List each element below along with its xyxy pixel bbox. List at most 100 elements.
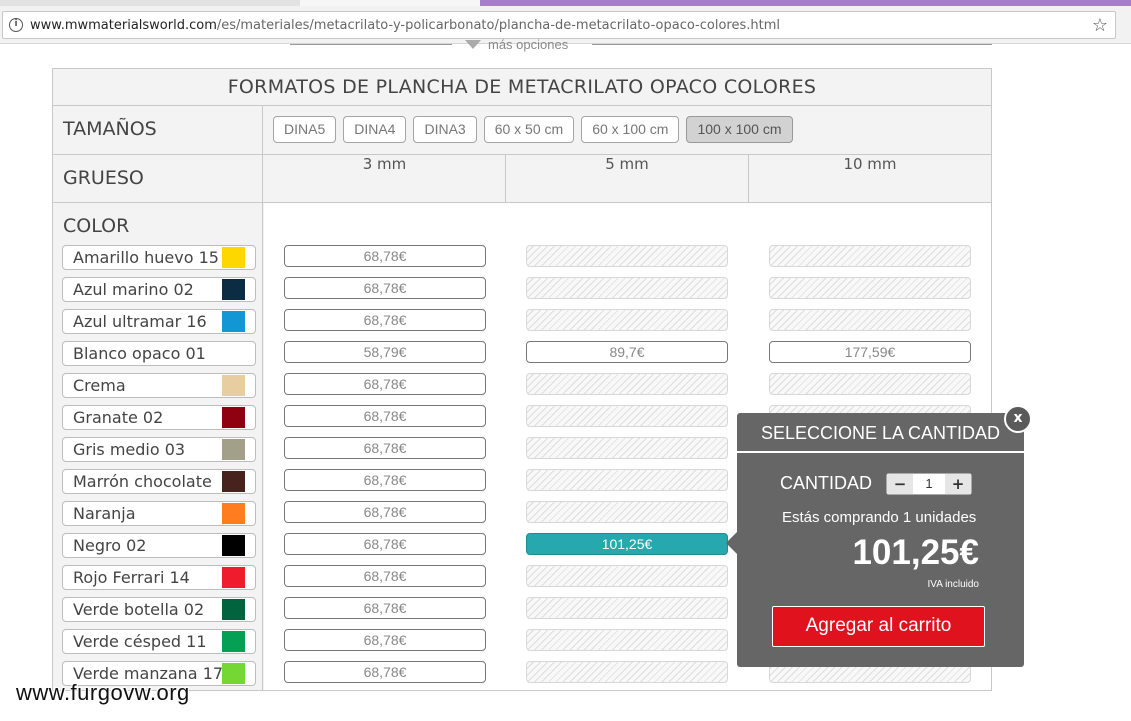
tax-note: IVA incluido	[927, 579, 979, 590]
color-option[interactable]: Negro 02	[62, 533, 256, 558]
color-swatch	[222, 535, 245, 556]
price-cell[interactable]: 89,7€	[526, 341, 728, 363]
price-cell-unavailable	[769, 309, 971, 331]
price-cell-selected[interactable]: 101,25€	[526, 533, 728, 555]
size-option-button[interactable]: DINA5	[273, 116, 337, 143]
quantity-input[interactable]: 1	[913, 474, 945, 494]
color-option-label: Gris medio 03	[73, 440, 186, 459]
size-option-button[interactable]: 60 x 50 cm	[483, 116, 575, 143]
color-option[interactable]: Granate 02	[62, 405, 256, 430]
price-cell[interactable]: 68,78€	[284, 277, 486, 299]
add-to-cart-button[interactable]: Agregar al carrito	[772, 606, 985, 647]
price-cell[interactable]: 68,78€	[284, 597, 486, 619]
color-option-label: Blanco opaco 01	[73, 344, 206, 363]
url-text[interactable]: www.mwmaterialsworld.com/es/materiales/m…	[30, 18, 780, 33]
address-bar[interactable]: i www.mwmaterialsworld.com/es/materiales…	[2, 11, 1116, 39]
color-option-label: Azul ultramar 16	[73, 312, 207, 331]
price-cell[interactable]: 68,78€	[284, 405, 486, 427]
color-swatch	[222, 503, 245, 524]
price-cell-unavailable	[526, 309, 728, 331]
price-cell[interactable]: 68,78€	[284, 533, 486, 555]
purchase-summary: Estás comprando 1 unidades	[782, 509, 977, 526]
info-icon[interactable]: i	[9, 18, 23, 32]
price-cell[interactable]: 68,78€	[284, 661, 486, 683]
increase-quantity-button[interactable]: +	[945, 474, 971, 494]
color-option[interactable]: Blanco opaco 01	[62, 341, 256, 366]
price-cell-unavailable	[769, 373, 971, 395]
price-cell[interactable]: 177,59€	[769, 341, 971, 363]
chevron-down-icon[interactable]	[465, 40, 481, 49]
color-option-label: Verde césped 11	[73, 632, 207, 651]
active-tab[interactable]	[300, 0, 480, 6]
color-option[interactable]: Azul ultramar 16	[62, 309, 256, 334]
thickness-label: GRUESO	[53, 155, 263, 202]
thickness-row: GRUESO 3 mm 5 mm 10 mm	[53, 155, 991, 203]
quantity-popup: SELECCIONE LA CANTIDAD x CANTIDAD − 1 + …	[726, 405, 1032, 667]
tab-strip	[0, 0, 1131, 6]
price-cell[interactable]: 68,78€	[284, 437, 486, 459]
color-option[interactable]: Verde césped 11	[62, 629, 256, 654]
bookmark-star-icon[interactable]: ☆	[1092, 15, 1108, 36]
close-button[interactable]: x	[1004, 405, 1032, 433]
popup-pointer	[726, 531, 738, 555]
color-option-label: Rojo Ferrari 14	[73, 568, 190, 587]
url-host: www.mwmaterialsworld.com	[30, 18, 217, 33]
color-option-label: Granate 02	[73, 408, 164, 427]
size-option-button[interactable]: DINA4	[343, 116, 407, 143]
size-option-button[interactable]: 60 x 100 cm	[581, 116, 680, 143]
color-option[interactable]: Crema	[62, 373, 256, 398]
price-cell-unavailable	[526, 405, 728, 427]
size-option-button[interactable]: DINA3	[413, 116, 477, 143]
color-option[interactable]: Gris medio 03	[62, 437, 256, 462]
sizes-row: TAMAÑOS DINA5 DINA4 DINA3 60 x 50 cm 60 x 10…	[53, 106, 991, 155]
popup-title: SELECCIONE LA CANTIDAD	[737, 413, 1024, 453]
price-cell-unavailable	[526, 597, 728, 619]
color-option[interactable]: Naranja	[62, 501, 256, 526]
color-option-label: Amarillo huevo 15	[73, 248, 219, 267]
quantity-stepper: − 1 +	[886, 473, 972, 495]
color-swatch	[222, 407, 245, 428]
price-cell-unavailable	[526, 277, 728, 299]
color-swatch	[222, 279, 245, 300]
divider-line-right	[592, 44, 992, 45]
thickness-3mm: 3 mm	[264, 155, 506, 202]
more-options-label[interactable]: más opciones	[488, 37, 568, 52]
thickness-10mm: 10 mm	[749, 155, 991, 202]
price-cell-unavailable	[526, 565, 728, 587]
decrease-quantity-button[interactable]: −	[887, 474, 913, 494]
price-cell[interactable]: 68,78€	[284, 629, 486, 651]
color-option[interactable]: Azul marino 02	[62, 277, 256, 302]
tab-strip-background	[480, 0, 1131, 6]
sizes-label: TAMAÑOS	[53, 106, 263, 154]
color-option-label: Negro 02	[73, 536, 147, 555]
color-option[interactable]: Verde botella 02	[62, 597, 256, 622]
price-cell[interactable]: 58,79€	[284, 341, 486, 363]
quantity-label: CANTIDAD	[780, 473, 873, 493]
price-cell[interactable]: 68,78€	[284, 501, 486, 523]
table-title: FORMATOS DE PLANCHA DE METACRILATO OPACO…	[53, 69, 991, 106]
size-option-button[interactable]: 100 x 100 cm	[686, 116, 793, 143]
color-swatch	[222, 343, 245, 364]
price-cell[interactable]: 68,78€	[284, 309, 486, 331]
price-cell[interactable]: 68,78€	[284, 373, 486, 395]
more-options-divider[interactable]: más opciones	[290, 37, 992, 54]
total-price: 101,25€	[852, 533, 979, 572]
price-cell[interactable]: 68,78€	[284, 469, 486, 491]
color-swatch	[222, 439, 245, 460]
size-options: DINA5 DINA4 DINA3 60 x 50 cm 60 x 100 cm 100 …	[273, 116, 793, 143]
color-swatch	[222, 663, 245, 684]
color-option[interactable]: Amarillo huevo 15	[62, 245, 256, 270]
price-cell-unavailable	[526, 629, 728, 651]
price-cell-unavailable	[769, 245, 971, 267]
price-cell-unavailable	[526, 501, 728, 523]
color-option-label: Marrón chocolate	[73, 472, 212, 491]
price-cell[interactable]: 68,78€	[284, 245, 486, 267]
color-swatch	[222, 631, 245, 652]
divider-line-left	[290, 44, 452, 45]
color-option[interactable]: Rojo Ferrari 14	[62, 565, 256, 590]
color-option[interactable]: Marrón chocolate	[62, 469, 256, 494]
color-option-label: Crema	[73, 376, 126, 395]
color-swatch	[222, 599, 245, 620]
price-cell[interactable]: 68,78€	[284, 565, 486, 587]
color-label: COLOR	[63, 215, 130, 237]
